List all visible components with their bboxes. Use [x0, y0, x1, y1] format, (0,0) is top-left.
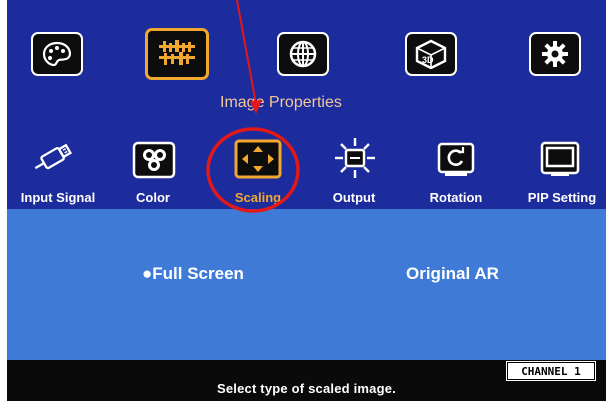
- option-full-screen[interactable]: ●Full Screen: [142, 264, 244, 284]
- rotation-icon[interactable]: [435, 140, 477, 180]
- usb-plug-icon[interactable]: [31, 140, 73, 178]
- menu-title: Image Properties: [220, 94, 342, 111]
- scaling-options-panel: [7, 209, 606, 360]
- submenu-label-pip-setting[interactable]: PIP Setting: [512, 190, 606, 205]
- gear-icon[interactable]: [529, 32, 581, 76]
- submenu-label-output[interactable]: Output: [304, 190, 404, 205]
- submenu-label-scaling[interactable]: Scaling: [208, 190, 308, 205]
- color-icon[interactable]: [131, 140, 177, 182]
- channel-badge: CHANNEL 1: [507, 362, 595, 380]
- scaling-icon[interactable]: [233, 138, 283, 182]
- pip-icon[interactable]: [539, 140, 581, 178]
- status-hint: Select type of scaled image.: [216, 381, 396, 396]
- option-original-ar[interactable]: Original AR: [406, 264, 499, 284]
- image-properties-icon[interactable]: [145, 28, 209, 80]
- submenu-label-input-signal[interactable]: Input Signal: [8, 190, 108, 205]
- 3d-cube-icon[interactable]: 3D: [405, 32, 457, 76]
- sun-output-icon[interactable]: [333, 136, 377, 180]
- submenu-label-color[interactable]: Color: [103, 190, 203, 205]
- submenu-label-rotation[interactable]: Rotation: [406, 190, 506, 205]
- osd-screen: 3D Image Properties Input Signal Color S…: [7, 0, 606, 401]
- globe-icon[interactable]: [277, 32, 329, 76]
- palette-icon[interactable]: [31, 32, 83, 76]
- svg-text:3D: 3D: [422, 55, 434, 65]
- top-menu-panel: 3D Image Properties Input Signal Color S…: [7, 0, 606, 209]
